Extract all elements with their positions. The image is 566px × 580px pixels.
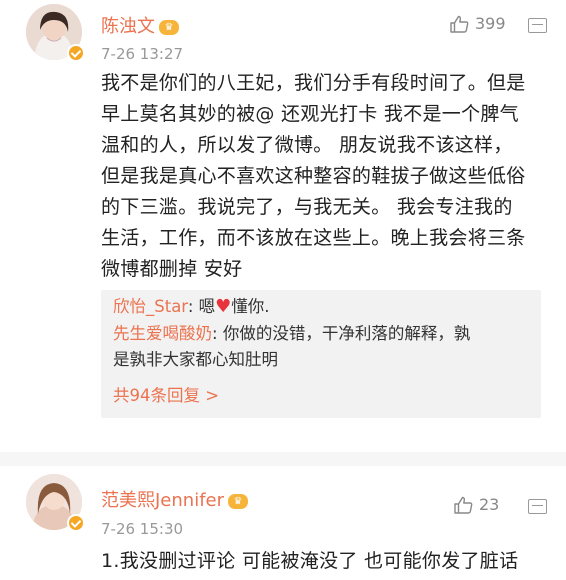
like-button[interactable]: 23 [454,495,499,514]
comment-line: 微博都删掉 安好 [101,258,243,280]
reply-text: 你做的没错，干净利落的解释，孰 [222,324,471,343]
thumbs-up-icon [454,496,473,514]
like-count: 399 [475,14,506,33]
comment-body: 1.我没删过评论 可能被淹没了 也可能你发了脏话 [101,546,561,577]
reply-box: 欣怡_Star: 嗯♥懂你. 先生爱喝酸奶: 你做的没错，干净利落的解释，孰 是… [101,290,541,418]
reply-text-continued: 是孰非大家都心知肚明 [113,350,278,369]
comment-line: 1.我没删过评论 可能被淹没了 也可能你发了脏话 [101,550,519,572]
like-button[interactable]: 399 [450,14,506,33]
comment-line: 温和的人，所以发了微博。 朋友说我不该这样， [101,134,513,156]
section-divider [0,452,566,466]
reply-item[interactable]: 欣怡_Star: 嗯♥懂你. [113,294,270,320]
like-count: 23 [479,495,500,514]
heart-icon: ♥ [215,296,232,317]
comment-body: 我不是你们的八王妃，我们分手有段时间了。但是 早上莫名其妙的被@ 还观光打卡 我… [101,68,551,285]
comment-card: 陈浊文 ♛ 7-26 13:27 399 我不是你们的八王妃，我们分手有段时间了。… [0,0,566,450]
reply-separator: : [212,324,223,343]
comment-line: 生活，工作，而不该放在这些上。晚上我会将三条 [101,227,526,249]
thumbs-up-icon [450,15,469,33]
username-text[interactable]: 范美熙Jennifer [101,490,224,511]
comment-time: 7-26 15:30 [101,520,184,538]
verified-badge-icon [67,44,85,62]
reply-separator: : [187,297,199,316]
comment-time: 7-26 13:27 [101,45,184,63]
comment-menu-icon[interactable] [528,499,547,514]
comment-line: 早上莫名其妙的被@ 还观光打卡 我不是一个脾气 [101,103,519,125]
reply-text: 嗯 [198,297,216,316]
comment-card: 范美熙Jennifer ♛ 7-26 15:30 23 1.我没删过评论 可能被淹… [0,470,566,580]
reply-username[interactable]: 欣怡_Star [113,297,188,316]
comment-line: 的下三滥。我说完了，与我无关。 我会专注我的 [101,196,513,218]
comment-line: 我不是你们的八王妃，我们分手有段时间了。但是 [101,72,526,94]
reply-text: 懂你. [231,297,270,316]
verified-badge-icon [67,514,85,532]
comment-line: 但是我是真心不喜欢这种整容的鞋拔子做这些低俗 [101,165,526,187]
comment-username[interactable]: 陈浊文 ♛ [101,12,179,38]
username-text[interactable]: 陈浊文 [101,16,155,37]
reply-item[interactable]: 先生爱喝酸奶: 你做的没错，干净利落的解释，孰 [113,321,470,347]
vip-crown-icon: ♛ [228,493,249,509]
comment-username[interactable]: 范美熙Jennifer ♛ [101,486,249,512]
vip-crown-icon: ♛ [159,19,179,35]
comment-menu-icon[interactable] [528,18,547,33]
reply-username[interactable]: 先生爱喝酸奶 [113,324,212,343]
view-all-replies-link[interactable]: 共94条回复 > [113,382,219,406]
